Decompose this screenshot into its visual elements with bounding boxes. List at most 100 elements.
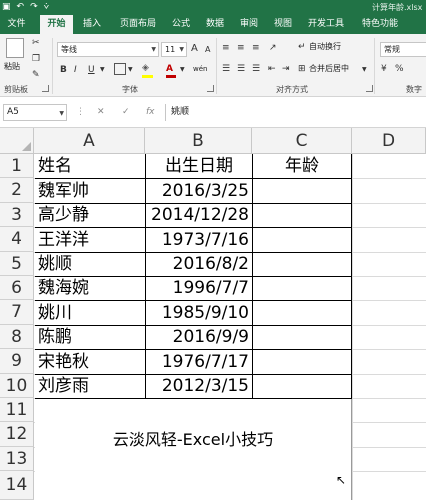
cell-name[interactable]: 高少静	[35, 203, 145, 227]
row-header[interactable]: 1	[0, 154, 34, 178]
underline-button[interactable]: U	[88, 64, 95, 76]
fill-color-icon[interactable]: ◈	[142, 62, 149, 74]
select-all-button[interactable]	[0, 128, 34, 154]
alignment-launcher-icon[interactable]	[366, 85, 373, 92]
customize-qat-icon[interactable]: ⩒	[44, 1, 49, 14]
tab-formulas[interactable]: 公式	[166, 15, 196, 34]
currency-format-icon[interactable]: ¥	[381, 63, 387, 75]
tab-special-features[interactable]: 特色功能	[355, 15, 405, 34]
redo-icon[interactable]: ↷	[30, 1, 38, 14]
tab-home[interactable]: 开始	[40, 15, 73, 34]
worksheet-grid[interactable]: A B C D 1 2 3 4 5 6 7 8 9 10 11 12 13 14…	[0, 128, 426, 500]
cell-birthdate[interactable]: 2016/9/9	[146, 325, 252, 349]
font-launcher-icon[interactable]	[207, 85, 214, 92]
row-header[interactable]: 12	[0, 422, 34, 447]
column-header-a[interactable]: A	[34, 128, 145, 154]
align-bottom-icon[interactable]: ≡	[252, 42, 260, 54]
align-middle-icon[interactable]: ≡	[237, 42, 245, 54]
cell-birthdate[interactable]: 2016/8/2	[146, 252, 252, 276]
align-center-icon[interactable]: ☰	[237, 63, 245, 75]
merge-center-icon: ⊞	[298, 64, 306, 74]
align-top-icon[interactable]: ≡	[222, 42, 230, 54]
number-format-select[interactable]: 常规	[380, 42, 426, 57]
tab-file[interactable]: 文件	[0, 15, 33, 34]
align-left-icon[interactable]: ☰	[222, 63, 230, 75]
cell-birthdate[interactable]: 1973/7/16	[146, 228, 252, 252]
paste-icon[interactable]	[6, 38, 24, 58]
align-right-icon[interactable]: ☰	[252, 63, 260, 75]
tab-review[interactable]: 审阅	[234, 15, 264, 34]
chevron-down-icon[interactable]: ▼	[100, 64, 105, 76]
enter-icon[interactable]: ✓	[122, 104, 130, 121]
row-header[interactable]: 6	[0, 276, 34, 300]
tab-developer[interactable]: 开发工具	[301, 15, 351, 34]
copy-icon[interactable]: ❐	[32, 53, 40, 65]
tab-data[interactable]: 数据	[200, 15, 230, 34]
cell-name[interactable]: 姚川	[35, 301, 145, 325]
wrap-text-button[interactable]: 自动换行	[309, 41, 341, 53]
font-color-icon[interactable]: A	[166, 63, 173, 75]
decrease-font-icon[interactable]: A	[205, 44, 210, 56]
tab-insert[interactable]: 插入	[77, 15, 107, 34]
column-header-c[interactable]: C	[252, 128, 352, 154]
row-header[interactable]: 9	[0, 349, 34, 374]
tab-view[interactable]: 视图	[268, 15, 298, 34]
row-header[interactable]: 10	[0, 374, 34, 398]
paste-button[interactable]: 粘贴	[4, 61, 20, 73]
cell-name[interactable]: 魏军帅	[35, 179, 145, 203]
format-painter-icon[interactable]: ✎	[32, 69, 40, 81]
merge-center-button[interactable]: 合并后居中	[309, 63, 349, 75]
increase-indent-icon[interactable]: ⇥	[282, 63, 290, 75]
italic-button[interactable]: I	[74, 64, 77, 76]
name-box[interactable]: A5 ▼	[3, 104, 67, 121]
cell-name[interactable]: 姚顺	[35, 252, 145, 276]
row-header[interactable]: 4	[0, 227, 34, 252]
fill-color-swatch	[142, 75, 153, 78]
cell-birthdate[interactable]: 1976/7/17	[146, 350, 252, 374]
row-header[interactable]: 5	[0, 252, 34, 276]
chevron-down-icon[interactable]: ▼	[180, 64, 185, 76]
cell-name[interactable]: 刘彦雨	[35, 374, 145, 398]
font-name-select[interactable]: 等线 ▼	[57, 42, 159, 57]
borders-icon[interactable]	[114, 63, 126, 75]
cell-birthdate[interactable]: 2014/12/28	[146, 203, 252, 227]
phonetic-guide-button[interactable]: wén	[193, 63, 207, 75]
cell-birthdate[interactable]: 2016/3/25	[146, 179, 252, 203]
cell-name[interactable]: 宋艳秋	[35, 350, 145, 374]
percent-format-icon[interactable]: %	[395, 63, 404, 75]
cell-birthdate[interactable]: 2012/3/15	[146, 374, 252, 398]
save-icon[interactable]: ▣	[2, 1, 11, 14]
row-header[interactable]: 7	[0, 300, 34, 325]
cell-a1[interactable]: 姓名	[35, 154, 145, 178]
row-header[interactable]: 3	[0, 203, 34, 227]
row-header[interactable]: 11	[0, 398, 34, 422]
cancel-icon[interactable]: ✕	[97, 104, 105, 121]
cell-name[interactable]: 魏海婉	[35, 276, 145, 300]
cell-name[interactable]: 陈鹏	[35, 325, 145, 349]
cell-birthdate[interactable]: 1985/9/10	[146, 301, 252, 325]
chevron-down-icon[interactable]: ▼	[128, 64, 133, 76]
row-header[interactable]: 8	[0, 325, 34, 349]
cell-birthdate[interactable]: 1996/7/7	[146, 276, 252, 300]
bold-button[interactable]: B	[60, 64, 67, 76]
insert-function-icon[interactable]: fx	[146, 104, 155, 121]
undo-icon[interactable]: ↶	[17, 1, 25, 14]
cell-c1[interactable]: 年龄	[253, 154, 351, 178]
font-size-select[interactable]: 11 ▼	[161, 42, 187, 57]
cell-b1[interactable]: 出生日期	[146, 154, 252, 178]
row-header[interactable]: 14	[0, 471, 34, 500]
chevron-down-icon[interactable]: ▼	[362, 64, 367, 76]
cut-icon[interactable]: ✂	[32, 37, 40, 49]
column-header-d[interactable]: D	[352, 128, 426, 154]
cell-name[interactable]: 王洋洋	[35, 228, 145, 252]
orientation-icon[interactable]: ↗	[269, 42, 277, 54]
formula-bar-grip[interactable]: ⋮	[76, 104, 85, 121]
row-header[interactable]: 13	[0, 447, 34, 471]
decrease-indent-icon[interactable]: ⇤	[268, 63, 276, 75]
increase-font-icon[interactable]: A	[191, 43, 198, 55]
clipboard-launcher-icon[interactable]	[42, 85, 49, 92]
column-header-b[interactable]: B	[145, 128, 252, 154]
row-header[interactable]: 2	[0, 178, 34, 203]
formula-input[interactable]: 姚顺	[165, 104, 426, 121]
tab-page-layout[interactable]: 页面布局	[113, 15, 163, 34]
